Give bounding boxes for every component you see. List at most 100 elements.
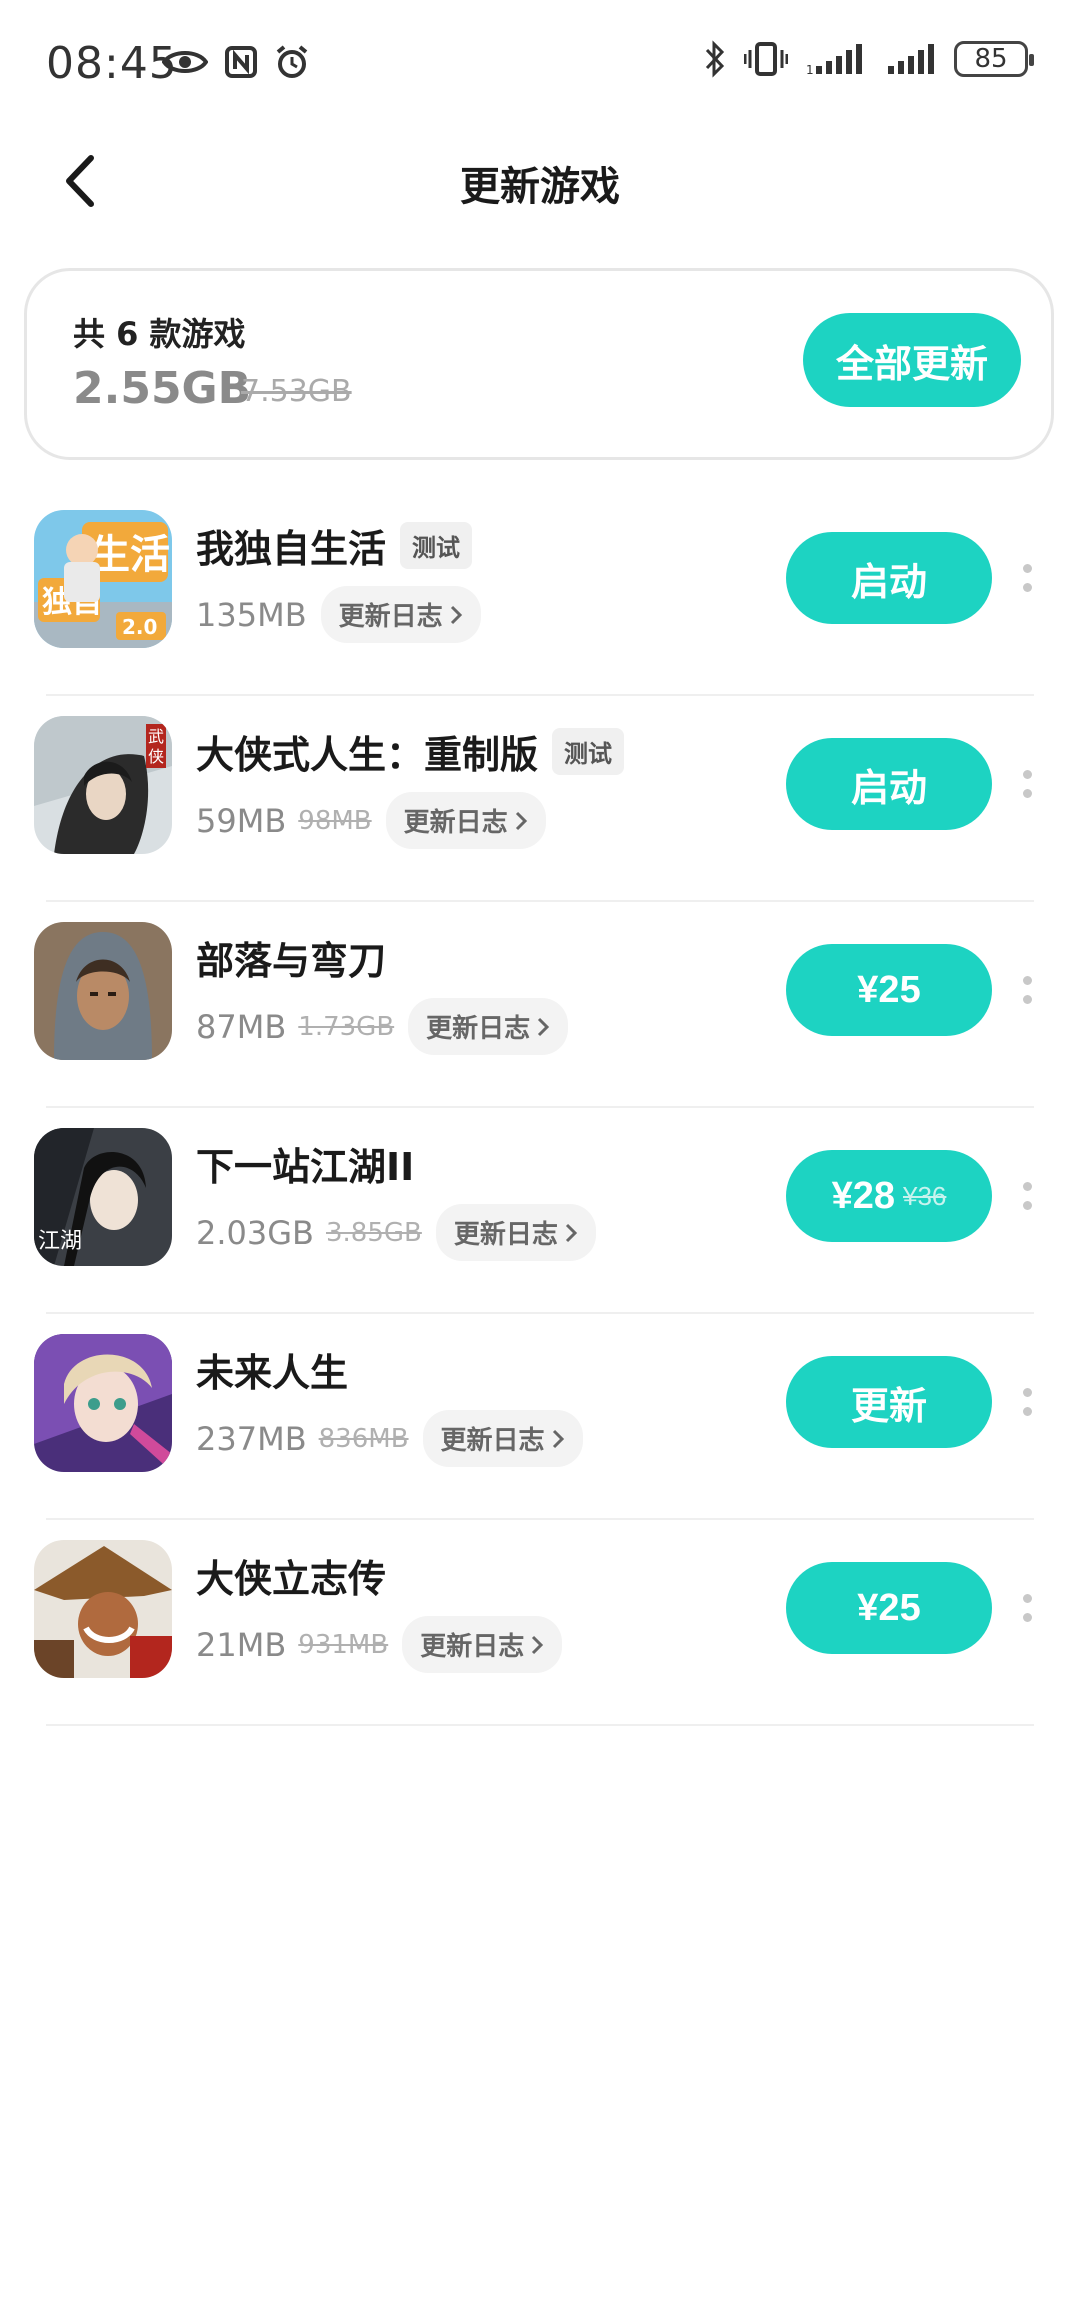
nfc-icon [225,46,257,78]
status-time: 08:45 [46,38,178,89]
game-name: 大侠立志传 [196,1557,387,1601]
more-dot-icon [1022,1594,1032,1603]
buy-button[interactable]: ¥25 [786,1562,992,1654]
status-icons-right: 1 85 [704,40,1034,78]
battery-icon: 85 [954,41,1034,77]
buy-button[interactable]: ¥28 ¥36 [786,1150,992,1242]
changelog-label: 更新日志 [440,1426,545,1456]
game-name: 我独自生活 [196,527,387,571]
game-row[interactable]: 江湖 下一站江湖II 2.03GB 3.85GB 更新日志 ¥28 ¥36 [0,1108,1080,1314]
game-row[interactable]: 武 侠 大侠式人生：重制版 测试 59MB 98MB 更新日志 启动 [0,696,1080,902]
divider [46,1724,1034,1726]
action-label: 启动 [850,767,927,810]
signal-icon-2 [888,44,934,74]
chevron-right-icon [552,1429,564,1448]
more-dot-icon [1022,1407,1032,1416]
game-row[interactable]: 大侠立志传 21MB 931MB 更新日志 ¥25 [0,1520,1080,1726]
original-size: 931MB [298,1629,389,1660]
game-row[interactable]: 生活 独自 2.0 我独自生活 测试 135MB 更新日志 启动 [0,490,1080,696]
game-count-label: 共 6 款游戏 [73,315,246,353]
changelog-button[interactable]: 更新日志 [402,1616,563,1673]
changelog-button[interactable]: 更新日志 [435,1204,596,1261]
total-update-size: 2.55GB [73,363,252,414]
game-name: 未来人生 [196,1351,349,1395]
price-label: ¥25 [857,968,921,1011]
page-title: 更新游戏 [460,164,620,210]
svg-text:武: 武 [148,727,164,746]
update-size: 59MB [196,801,287,840]
more-dot-icon [1022,583,1032,592]
game-icon [34,1540,172,1678]
changelog-button[interactable]: 更新日志 [320,586,481,643]
game-row[interactable]: 未来人生 237MB 836MB 更新日志 更新 [0,1314,1080,1520]
test-tag: 测试 [400,522,473,569]
changelog-label: 更新日志 [338,602,443,632]
chevron-right-icon [538,1017,550,1036]
changelog-button[interactable]: 更新日志 [422,1410,583,1467]
more-options-button[interactable] [1010,966,1044,1014]
price-label: ¥28 [831,1174,895,1217]
original-size: 3.85GB [326,1217,422,1248]
buy-button[interactable]: ¥25 [786,944,992,1036]
game-name: 下一站江湖II [196,1145,415,1189]
original-size: 836MB [318,1423,409,1454]
changelog-label: 更新日志 [426,1014,531,1044]
update-size: 237MB [196,1419,307,1458]
more-dot-icon [1022,1182,1032,1191]
update-size: 135MB [196,595,307,634]
launch-button[interactable]: 启动 [786,532,992,624]
status-bar: 08:45 1 85 [0,0,1080,128]
update-all-button[interactable]: 全部更新 [803,313,1021,407]
game-name: 部落与弯刀 [196,939,387,983]
bluetooth-icon [705,40,725,78]
svg-text:江湖: 江湖 [38,1229,82,1254]
more-dot-icon [1022,1613,1032,1622]
changelog-label: 更新日志 [453,1220,558,1250]
test-tag: 测试 [552,728,625,775]
game-icon [34,1334,172,1472]
top-bar: 更新游戏 [0,128,1080,236]
eye-icon [162,51,208,73]
changelog-label: 更新日志 [420,1632,525,1662]
more-dot-icon [1022,976,1032,985]
action-label: 启动 [850,561,927,604]
more-options-button[interactable] [1010,1584,1044,1632]
svg-text:生活: 生活 [90,532,170,578]
game-icon: 生活 独自 2.0 [34,510,172,648]
more-dot-icon [1022,770,1032,779]
game-list: 生活 独自 2.0 我独自生活 测试 135MB 更新日志 启动 武 侠 大侠式… [0,490,1080,1726]
old-price-label: ¥36 [903,1180,947,1211]
game-name: 大侠式人生：重制版 [196,733,539,777]
update-size: 87MB [196,1007,287,1046]
update-summary-card: 共 6 款游戏 2.55GB 7.53GB 全部更新 [24,268,1054,460]
changelog-button[interactable]: 更新日志 [385,792,546,849]
more-dot-icon [1022,1388,1032,1397]
chevron-right-icon [565,1223,578,1242]
svg-text:2.0: 2.0 [122,615,157,639]
update-size: 2.03GB [196,1213,314,1252]
game-row[interactable]: 部落与弯刀 87MB 1.73GB 更新日志 ¥25 [0,902,1080,1108]
total-original-size: 7.53GB [241,374,352,409]
more-dot-icon [1022,995,1032,1004]
more-options-button[interactable] [1010,1172,1044,1220]
svg-text:1: 1 [806,63,814,76]
game-icon [34,922,172,1060]
changelog-button[interactable]: 更新日志 [408,998,569,1055]
more-options-button[interactable] [1010,554,1044,602]
more-options-button[interactable] [1010,1378,1044,1426]
original-size: 1.73GB [298,1011,395,1042]
signal-icon-1: 1 [806,44,862,76]
changelog-label: 更新日志 [403,808,508,838]
action-label: 更新 [850,1385,927,1428]
chevron-right-icon [450,605,462,624]
game-icon: 江湖 [34,1128,172,1266]
vibrate-icon [744,42,788,76]
more-options-button[interactable] [1010,760,1044,808]
more-dot-icon [1022,564,1032,573]
more-dot-icon [1022,789,1032,798]
chevron-right-icon [532,1635,544,1654]
update-button[interactable]: 更新 [786,1356,992,1448]
status-icons-left [162,44,310,80]
chevron-right-icon [515,811,527,830]
launch-button[interactable]: 启动 [786,738,992,830]
